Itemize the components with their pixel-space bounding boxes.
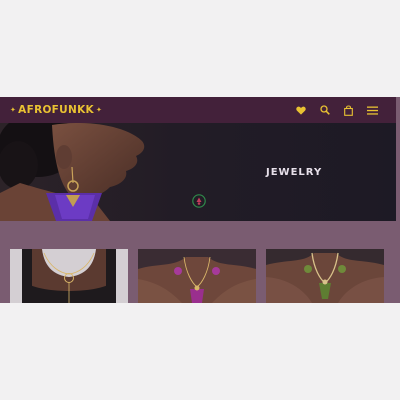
brand-emblem-icon: [192, 194, 206, 208]
logo-star-right: ✦: [95, 106, 103, 114]
website-viewport: ✦ AFROFUNKK ✦ JEWELRY: [0, 97, 400, 303]
brand-name: AFROFUNKK: [18, 104, 94, 116]
product-card[interactable]: [10, 249, 128, 303]
menu-icon[interactable]: [367, 105, 378, 116]
brand-logo[interactable]: ✦ AFROFUNKK ✦: [10, 104, 102, 116]
shopping-bag-icon[interactable]: [343, 104, 354, 116]
logo-star-left: ✦: [10, 106, 17, 114]
product-image-gold-lariat-necklace: [10, 249, 128, 303]
jewelry-hero-banner[interactable]: JEWELRY: [0, 123, 396, 221]
product-card[interactable]: [266, 249, 384, 303]
product-image-green-stone-necklace: [266, 249, 384, 303]
hero-title: JEWELRY: [266, 167, 323, 178]
product-card[interactable]: [138, 249, 256, 303]
search-icon[interactable]: [319, 105, 330, 116]
nav-icon-group: [295, 104, 378, 116]
top-navigation-bar: ✦ AFROFUNKK ✦: [0, 97, 396, 123]
heart-icon[interactable]: [295, 105, 306, 116]
product-image-beaded-tassel-necklace: [138, 249, 256, 303]
